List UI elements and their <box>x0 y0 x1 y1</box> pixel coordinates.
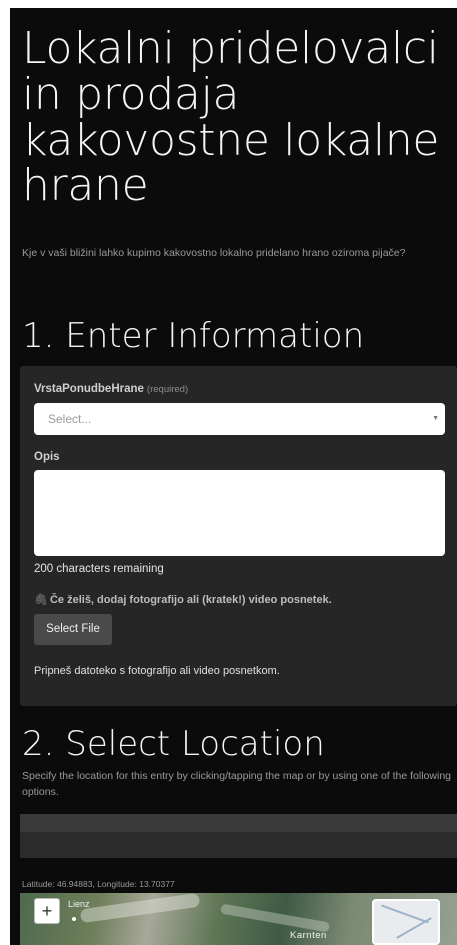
paperclip-icon: 🖇 <box>34 594 48 606</box>
map-city-marker <box>72 917 76 921</box>
map-place-label: Karnten <box>290 930 327 941</box>
section-heading-select-location: 2. Select Location <box>22 724 325 764</box>
chevron-down-icon: ▼ <box>432 415 439 422</box>
description-textarea[interactable] <box>34 470 445 556</box>
map-place-label: Lienz <box>68 899 90 909</box>
attachment-help-text: Pripneš datoteko s fotografijo ali video… <box>34 665 280 677</box>
zoom-in-button[interactable]: + <box>34 898 60 924</box>
attachment-label: 🖇 Če želiš, dodaj fotografijo ali (kratek… <box>34 593 332 606</box>
section-heading-enter-information: 1. Enter Information <box>22 316 365 356</box>
type-label-text: VrstaPonudbeHrane <box>34 383 144 395</box>
location-description: Specify the location for this entry by c… <box>22 770 451 798</box>
map-terrain <box>79 893 201 924</box>
basemap-toggle-button[interactable] <box>372 899 440 945</box>
characters-remaining: 200 characters remaining <box>34 563 164 575</box>
page-title: Lokalni pridelovalci in prodaja kakovost… <box>22 23 440 212</box>
type-select[interactable]: Select... ▼ <box>34 403 445 435</box>
plus-icon: + <box>41 901 53 921</box>
page-subtitle: Kje v vaši bližini lahko kupimo kakovost… <box>22 247 406 259</box>
app-page: Lokalni pridelovalci in prodaja kakovost… <box>10 8 457 945</box>
required-note: (required) <box>146 384 189 395</box>
type-field-label: VrstaPonudbeHrane (required) <box>34 383 188 395</box>
coordinates-readout: Latitude: 46.94883, Longitude: 13.70377 <box>22 879 175 889</box>
location-options-panel[interactable] <box>20 832 457 858</box>
type-select-placeholder: Select... <box>48 412 92 426</box>
map-terrain <box>219 903 331 933</box>
description-field-label: Opis <box>34 451 60 463</box>
layers-icon <box>381 904 429 924</box>
layers-icon <box>396 917 432 939</box>
location-map[interactable]: + Lienz Karnten <box>20 893 457 945</box>
information-form: VrstaPonudbeHrane (required) Select... ▼ … <box>20 366 457 706</box>
location-options-bar[interactable] <box>20 814 457 832</box>
attachment-label-text: Če želiš, dodaj fotografijo ali (kratek!… <box>49 594 332 606</box>
select-file-button[interactable]: Select File <box>34 614 112 645</box>
